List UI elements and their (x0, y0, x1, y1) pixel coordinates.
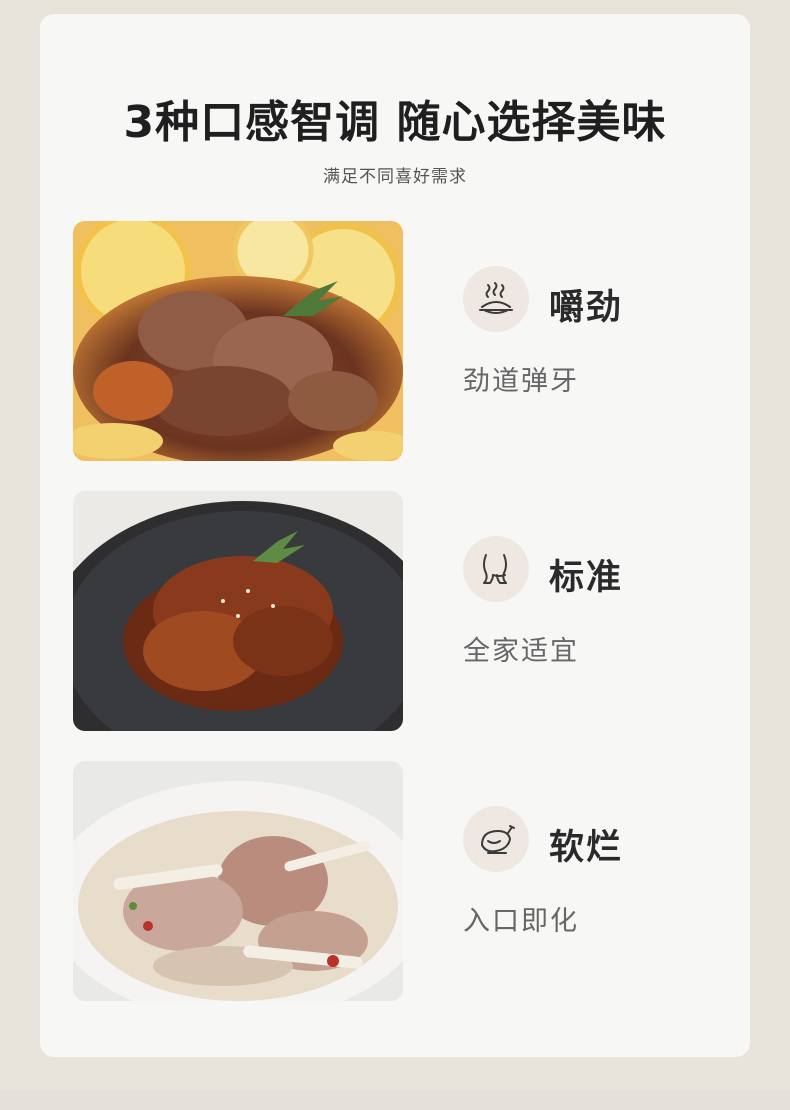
feature-title: 软烂 (549, 828, 624, 868)
feature-row-chewy: 嚼劲 劲道弹牙 (73, 221, 713, 461)
drumstick-icon (463, 536, 529, 602)
feature-title: 嚼劲 (549, 288, 624, 328)
feature-description: 全家适宜 (463, 636, 579, 667)
page-subtitle: 满足不同喜好需求 (323, 167, 467, 187)
page-title: 3种口感智调 随心选择美味 (123, 97, 667, 148)
feature-title: 标准 (549, 558, 624, 598)
braised-duck-with-lemon-photo (73, 221, 403, 461)
feature-description: 入口即化 (463, 906, 579, 937)
sauced-duck-with-sesame-photo (73, 491, 403, 731)
feature-description: 劲道弹牙 (463, 366, 579, 397)
feature-row-standard: 标准 全家适宜 (73, 491, 713, 731)
steaming-dish-icon (463, 266, 529, 332)
feature-row-tender: 软烂 入口即化 (73, 761, 713, 1001)
content-card: 3种口感智调 随心选择美味 满足不同喜好需求 嚼劲 劲道弹牙 标准 全家适宜 软… (40, 14, 750, 1057)
bottom-strip (0, 1090, 790, 1110)
roast-bird-icon (463, 806, 529, 872)
duck-soup-with-bamboo-shoots-photo (73, 761, 403, 1001)
